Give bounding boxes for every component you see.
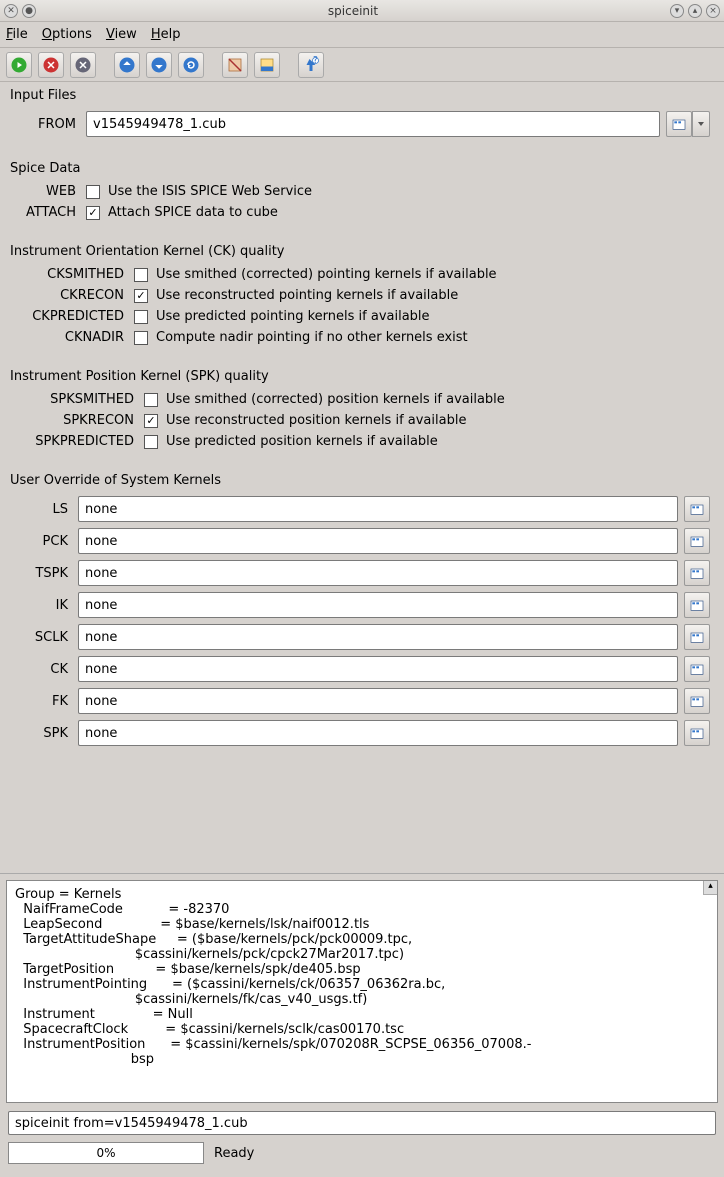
output-log[interactable]: Group = Kernels NaifFrameCode = -82370 L…	[6, 880, 718, 1103]
maximize-button[interactable]: ▴	[688, 4, 702, 18]
spk-label-1: SPKRECON	[14, 413, 144, 428]
section-user-override: User Override of System Kernels	[0, 467, 724, 492]
section-input-files: Input Files	[0, 82, 724, 107]
window-menu-icon[interactable]: ✕	[4, 4, 18, 18]
kernel-browse-sclk[interactable]	[684, 624, 710, 650]
window-title: spiceinit	[36, 4, 670, 18]
kernel-label-pck: PCK	[14, 534, 78, 549]
save-button[interactable]	[254, 52, 280, 78]
command-input[interactable]	[8, 1111, 716, 1135]
kernel-input-spk[interactable]	[78, 720, 678, 746]
svg-text:?: ?	[313, 56, 318, 66]
titlebar: ✕ ● spiceinit ▾ ▴ ×	[0, 0, 724, 22]
ck-label-3: CKNADIR	[14, 330, 134, 345]
kernel-input-ik[interactable]	[78, 592, 678, 618]
kernel-browse-spk[interactable]	[684, 720, 710, 746]
kernel-input-pck[interactable]	[78, 528, 678, 554]
command-bar	[0, 1108, 724, 1138]
ck-text-3: Compute nadir pointing if no other kerne…	[156, 330, 468, 345]
ck-label-2: CKPREDICTED	[14, 309, 134, 324]
ck-checkbox-3[interactable]	[134, 331, 148, 345]
from-label: FROM	[14, 117, 86, 132]
status-message: Ready	[214, 1146, 254, 1161]
kernel-label-fk: FK	[14, 694, 78, 709]
section-spk-quality: Instrument Position Kernel (SPK) quality	[0, 363, 724, 388]
menubar: File Options View Help	[0, 22, 724, 48]
kernel-label-tspk: TSPK	[14, 566, 78, 581]
kernel-label-ik: IK	[14, 598, 78, 613]
status-bar: 0% Ready	[0, 1138, 724, 1168]
help-button[interactable]: ?	[298, 52, 324, 78]
kernel-label-sclk: SCLK	[14, 630, 78, 645]
menu-help[interactable]: Help	[151, 27, 181, 42]
progress-bar: 0%	[8, 1142, 204, 1164]
spk-text-2: Use predicted position kernels if availa…	[166, 434, 438, 449]
ck-checkbox-1[interactable]	[134, 289, 148, 303]
menu-view[interactable]: View	[106, 27, 137, 42]
cancel-button[interactable]	[70, 52, 96, 78]
ck-text-1: Use reconstructed pointing kernels if av…	[156, 288, 458, 303]
close-button[interactable]: ×	[706, 4, 720, 18]
web-text: Use the ISIS SPICE Web Service	[108, 184, 312, 199]
ck-label-0: CKSMITHED	[14, 267, 134, 282]
reload-button[interactable]	[178, 52, 204, 78]
spk-checkbox-2[interactable]	[144, 435, 158, 449]
ck-label-1: CKRECON	[14, 288, 134, 303]
spk-checkbox-1[interactable]	[144, 414, 158, 428]
prev-button[interactable]	[114, 52, 140, 78]
section-ck-quality: Instrument Orientation Kernel (CK) quali…	[0, 238, 724, 263]
kernel-browse-tspk[interactable]	[684, 560, 710, 586]
kernel-browse-fk[interactable]	[684, 688, 710, 714]
kernel-input-tspk[interactable]	[78, 560, 678, 586]
attach-text: Attach SPICE data to cube	[108, 205, 278, 220]
run-button[interactable]	[6, 52, 32, 78]
attach-checkbox[interactable]	[86, 206, 100, 220]
kernel-label-ck: CK	[14, 662, 78, 677]
from-dropdown-button[interactable]	[692, 111, 710, 137]
menu-options[interactable]: Options	[42, 27, 92, 42]
kernel-browse-ck[interactable]	[684, 656, 710, 682]
next-button[interactable]	[146, 52, 172, 78]
form-area: Input Files FROM Spice Data WEB Use the …	[0, 82, 724, 874]
output-panel: Group = Kernels NaifFrameCode = -82370 L…	[0, 874, 724, 1108]
ck-text-0: Use smithed (corrected) pointing kernels…	[156, 267, 497, 282]
spk-text-1: Use reconstructed position kernels if av…	[166, 413, 466, 428]
menu-file[interactable]: File	[6, 27, 28, 42]
kernel-browse-pck[interactable]	[684, 528, 710, 554]
kernel-browse-ik[interactable]	[684, 592, 710, 618]
from-input[interactable]	[86, 111, 660, 137]
ck-checkbox-0[interactable]	[134, 268, 148, 282]
kernel-input-ls[interactable]	[78, 496, 678, 522]
kernel-input-sclk[interactable]	[78, 624, 678, 650]
log-button[interactable]	[222, 52, 248, 78]
spk-checkbox-0[interactable]	[144, 393, 158, 407]
kernel-input-fk[interactable]	[78, 688, 678, 714]
minimize-button[interactable]: ▾	[670, 4, 684, 18]
section-spice-data: Spice Data	[0, 155, 724, 180]
spk-label-0: SPKSMITHED	[14, 392, 144, 407]
attach-label: ATTACH	[14, 205, 86, 220]
web-label: WEB	[14, 184, 86, 199]
from-browse-button[interactable]	[666, 111, 692, 137]
ck-checkbox-2[interactable]	[134, 310, 148, 324]
web-checkbox[interactable]	[86, 185, 100, 199]
ck-text-2: Use predicted pointing kernels if availa…	[156, 309, 430, 324]
stop-button[interactable]	[38, 52, 64, 78]
spk-label-2: SPKPREDICTED	[14, 434, 144, 449]
kernel-input-ck[interactable]	[78, 656, 678, 682]
kernel-label-ls: LS	[14, 502, 78, 517]
kernel-browse-ls[interactable]	[684, 496, 710, 522]
scroll-up-icon[interactable]: ▴	[703, 881, 717, 895]
toolbar: ?	[0, 48, 724, 82]
window-pin-icon[interactable]: ●	[22, 4, 36, 18]
spk-text-0: Use smithed (corrected) position kernels…	[166, 392, 505, 407]
kernel-label-spk: SPK	[14, 726, 78, 741]
